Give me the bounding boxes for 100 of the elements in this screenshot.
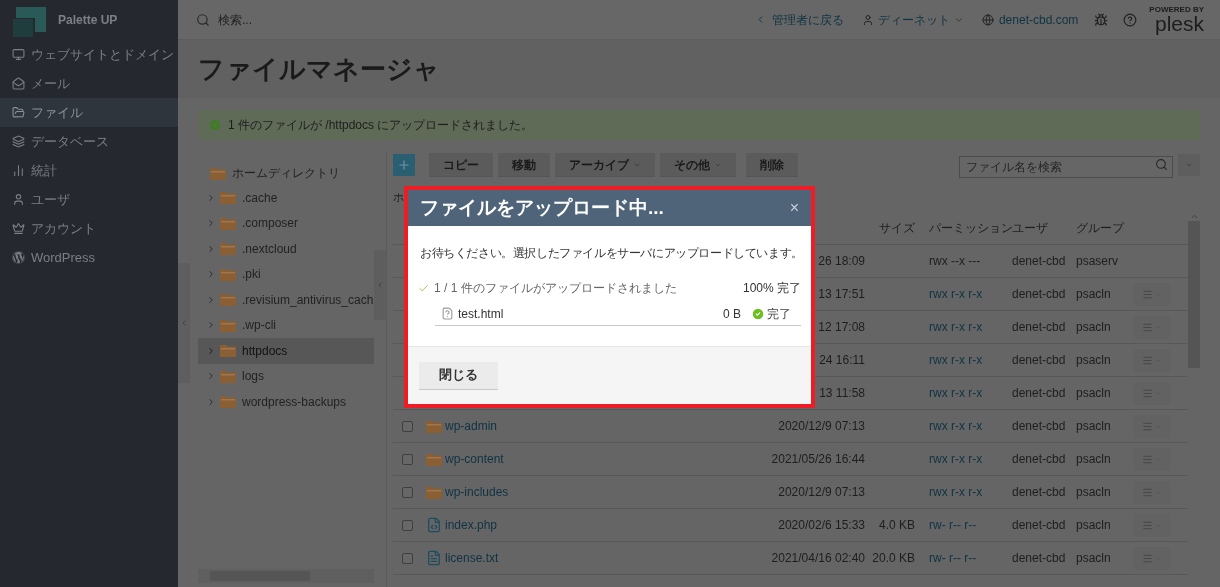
collapse-tree-handle[interactable]	[374, 250, 386, 320]
row-checkbox[interactable]	[401, 519, 413, 531]
nav-item[interactable]: ウェブサイトとドメイン	[0, 40, 178, 69]
tree-item[interactable]: .revisium_antivirus_cach	[198, 287, 374, 313]
close-dialog-button[interactable]: 閉じる	[419, 361, 498, 390]
nav-item[interactable]: メール	[0, 69, 178, 98]
column-header[interactable]: ユーザ	[1012, 219, 1076, 237]
bug-icon[interactable]	[1094, 12, 1109, 27]
size-cell-text: 20.0 KB	[872, 550, 915, 567]
nav-item[interactable]: ユーザ	[0, 185, 178, 214]
group-cell: psaserv	[1076, 254, 1119, 268]
nav-icon	[12, 106, 25, 119]
upload-summary: 1 / 1 件のファイルがアップロードされました	[434, 280, 678, 297]
user-menu[interactable]: ディーネット	[877, 10, 950, 29]
back-link[interactable]: 管理者に戻る	[771, 10, 844, 29]
expand-icon	[206, 269, 216, 280]
tree-item[interactable]: .wp-cli	[198, 312, 374, 338]
nav-item[interactable]: 統計	[0, 156, 178, 185]
expand-icon	[206, 192, 216, 203]
folder-icon	[426, 485, 442, 499]
nav-icon	[12, 251, 25, 264]
permissions-cell[interactable]: rw- r-- r--	[929, 518, 977, 532]
expand-icon	[206, 218, 216, 229]
filter-dropdown[interactable]	[1178, 154, 1200, 176]
group-cell: psacln	[1076, 386, 1111, 400]
file-name-link[interactable]: index.php	[445, 516, 498, 534]
permissions-cell[interactable]: rwx r-x r-x	[929, 452, 983, 466]
scroll-up-icon[interactable]	[1189, 212, 1199, 221]
modified-cell-text: 2020/02/6 15:33	[778, 517, 865, 534]
user-cell: denet-cbd	[1012, 353, 1066, 367]
code-file-icon	[426, 517, 442, 533]
group-cell: psacln	[1076, 485, 1111, 499]
group-cell: psacln	[1076, 518, 1111, 532]
permissions-cell: rwx --x ---	[929, 254, 981, 268]
nav-item[interactable]: データベース	[0, 127, 178, 156]
permissions-cell[interactable]: rwx r-x r-x	[929, 419, 983, 433]
folder-icon	[220, 242, 236, 256]
globe-icon	[981, 13, 994, 26]
row-checkbox[interactable]	[401, 486, 413, 498]
powered-by-label: POWERED BY	[1149, 5, 1204, 14]
row-checkbox[interactable]	[401, 420, 413, 432]
file-name-link[interactable]: wp-content	[445, 450, 504, 468]
domain-link[interactable]: denet-cbd.com	[998, 10, 1079, 29]
file-name-link[interactable]: wp-includes	[445, 483, 509, 501]
toolbar-button[interactable]: 削除	[746, 153, 798, 177]
brand-name: Palette UP	[58, 12, 118, 29]
user-cell: denet-cbd	[1012, 518, 1066, 532]
folder-icon	[220, 293, 236, 307]
search-icon	[196, 12, 210, 27]
row-checkbox[interactable]	[401, 552, 413, 564]
tree-item[interactable]: .nextcloud	[198, 236, 374, 262]
tree-item[interactable]: .composer	[198, 210, 374, 236]
user-cell: denet-cbd	[1012, 386, 1066, 400]
modified-cell-text: 26 18:09	[818, 253, 865, 270]
user-cell: denet-cbd	[1012, 452, 1066, 466]
tree-item[interactable]: httpdocs	[198, 338, 374, 364]
menu-icon	[1142, 519, 1153, 531]
help-icon[interactable]	[1123, 12, 1138, 27]
menu-icon	[1142, 453, 1153, 465]
permissions-cell[interactable]: rwx r-x r-x	[929, 320, 983, 334]
user-cell: denet-cbd	[1012, 320, 1066, 334]
toolbar-button[interactable]: コピー	[429, 153, 493, 177]
add-button[interactable]	[393, 154, 415, 176]
collapse-sidebar-handle[interactable]	[178, 263, 190, 383]
group-cell: psacln	[1076, 551, 1111, 565]
tree-item[interactable]: .pki	[198, 261, 374, 287]
nav-item[interactable]: アカウント	[0, 214, 178, 243]
nav-icon	[12, 77, 25, 90]
tree-item[interactable]: .cache	[198, 185, 374, 211]
column-header[interactable]: パーミッション	[915, 219, 1012, 237]
toolbar-button[interactable]: アーカイブ	[555, 153, 655, 177]
toolbar-button[interactable]: 移動	[498, 153, 550, 177]
tree-item[interactable]: wordpress-backups	[198, 389, 374, 415]
dialog-message: お待ちください。選択したファイルをサーバにアップロードしています。	[419, 245, 801, 262]
close-button[interactable]: ×	[789, 200, 799, 216]
menu-icon	[1142, 552, 1153, 564]
toolbar-button[interactable]: その他	[660, 153, 736, 177]
permissions-cell[interactable]: rwx r-x r-x	[929, 386, 983, 400]
file-name-link[interactable]: license.txt	[445, 549, 499, 567]
permissions-cell[interactable]: rwx r-x r-x	[929, 485, 983, 499]
column-header[interactable]: サイズ	[865, 219, 915, 237]
column-header[interactable]: グループ	[1076, 219, 1136, 237]
modified-cell-text: 24 16:11	[819, 352, 865, 369]
permissions-cell[interactable]: rw- r-- r--	[929, 551, 977, 565]
permissions-cell[interactable]: rwx r-x r-x	[929, 287, 983, 301]
chevron-icon	[376, 281, 384, 289]
tree-item[interactable]: logs	[198, 363, 374, 389]
nav-item[interactable]: WordPress	[0, 243, 178, 272]
search-field[interactable]: 検索...	[218, 10, 418, 29]
nav-item[interactable]: ファイル	[0, 98, 178, 127]
menu-icon	[1142, 354, 1153, 366]
menu-icon	[1142, 288, 1153, 300]
file-name-link[interactable]: wp-admin	[445, 417, 498, 435]
nav-icon	[12, 164, 25, 177]
search-icon	[1155, 158, 1168, 171]
user-cell: denet-cbd	[1012, 485, 1066, 499]
page-title: ファイルマネージャ	[198, 52, 440, 86]
modified-cell-text: 2020/12/9 07:13	[778, 418, 865, 435]
row-checkbox[interactable]	[401, 453, 413, 465]
permissions-cell[interactable]: rwx r-x r-x	[929, 353, 983, 367]
